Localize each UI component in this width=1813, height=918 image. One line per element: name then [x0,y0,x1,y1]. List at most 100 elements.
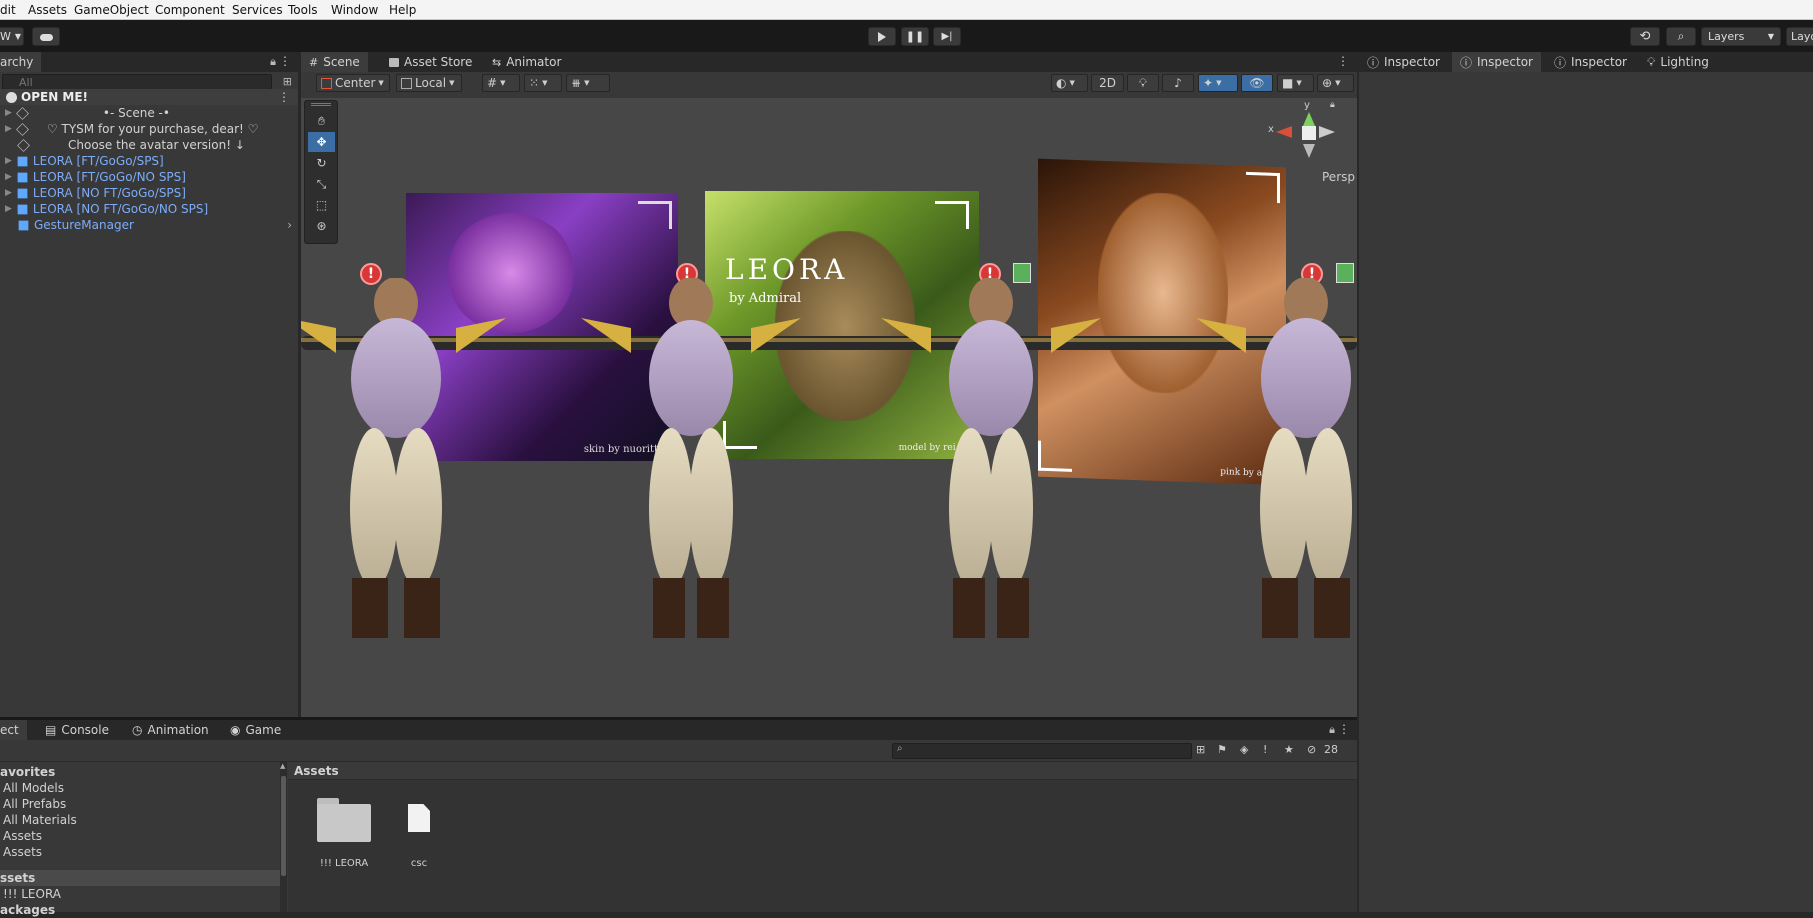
increment-snap-button[interactable]: ⧻ ▼ [566,74,610,92]
pause-button[interactable]: ❚❚ [901,27,929,46]
hierarchy-row[interactable]: ▶ LEORA [NO FT/GoGo/SPS] [0,185,298,201]
search-by-type-icon[interactable]: ⊞ [1196,743,1205,756]
menu-tools[interactable]: Tools [288,3,318,17]
layout-dropdown[interactable]: Layo [1786,27,1813,46]
more-menu-icon[interactable]: ⋮ [279,54,291,68]
move-tool-icon[interactable]: ✥ [308,132,335,152]
hierarchy-row[interactable]: Choose the avatar version! ↓ [0,137,298,153]
scroll-up-icon[interactable]: ▲ [280,762,285,770]
menu-help[interactable]: Help [389,3,416,17]
tab-scene[interactable]: # Scene [301,52,368,72]
asset-folder-item[interactable]: !!! LEORA [0,886,280,902]
scrollbar-thumb[interactable] [281,776,286,876]
hierarchy-row[interactable]: ▶ ♡ TYSM for your purchase, dear! ♡ [0,121,298,137]
more-menu-icon[interactable]: ⋮ [1338,722,1350,736]
hierarchy-row[interactable]: ▶ •- Scene -• [0,105,298,121]
menu-assets[interactable]: Assets [28,3,67,17]
hierarchy-row[interactable]: ▶ LEORA [NO FT/GoGo/NO SPS] [0,201,298,217]
expand-arrow-icon[interactable]: ▶ [5,108,12,118]
tab-project[interactable]: ect [0,720,27,740]
favorite-item[interactable]: All Prefabs [0,796,280,812]
scene-viewport[interactable]: skin by nuoritt LEORA by Admiral model b… [301,98,1357,717]
lock-icon[interactable]: 🔒︎ [270,55,276,69]
search-by-label-icon[interactable]: ⚑ [1217,743,1227,756]
lock-icon[interactable]: 🔒︎ [1329,723,1335,737]
warning-filter-icon[interactable]: ! [1263,743,1267,756]
packages-header[interactable]: ackages [0,902,280,918]
hierarchy-row[interactable]: GestureManager › [0,217,298,233]
grid-visibility-button[interactable]: ⁙ ▼ [524,74,562,92]
hand-tool-icon[interactable]: ✋︎ [308,111,335,131]
asset-item[interactable]: !!! LEORA [314,798,374,878]
tab-inspector[interactable]: ⓘ Inspector [1546,52,1635,72]
menu-edit[interactable]: dit [0,3,16,17]
undo-history-button[interactable]: ⟲ [1630,27,1660,46]
favorite-item[interactable]: Assets [0,828,280,844]
hierarchy-search-input[interactable] [2,74,272,90]
expand-arrow-icon[interactable]: ▶ [5,172,12,182]
expand-arrow-icon[interactable]: ▶ [5,124,12,134]
tab-console[interactable]: ▤ Console [37,720,117,740]
project-search-input[interactable] [892,743,1192,759]
favorite-star-icon[interactable]: ★ [1284,743,1294,756]
gizmo-lock-icon[interactable]: 🔒︎ [1330,100,1335,110]
expand-arrow-icon[interactable]: ▶ [5,156,12,166]
gizmo-neg-y-axis[interactable] [1303,144,1315,158]
favorites-header[interactable]: avorites [0,764,280,780]
gizmo-x-axis[interactable] [1276,126,1292,138]
search-button[interactable]: ⌕ [1666,27,1696,46]
camera-settings-dropdown[interactable]: ■ ▼ [1277,74,1314,92]
gizmos-dropdown[interactable]: ⊕ ▼ [1317,74,1354,92]
tab-hierarchy[interactable]: archy [0,52,42,72]
layers-dropdown[interactable]: Layers ▼ [1701,27,1781,46]
favorite-item[interactable]: All Models [0,780,280,796]
audio-toggle[interactable]: ♪ [1162,74,1194,92]
tree-scrollbar[interactable]: ▲ [280,762,287,912]
scene-root-row[interactable]: OPEN ME! ⋮ [0,89,298,105]
expand-arrow-icon[interactable]: ▶ [5,188,12,198]
chevron-right-icon[interactable]: › [287,218,292,232]
scale-tool-icon[interactable]: ⤡ [308,174,335,194]
rotate-tool-icon[interactable]: ↻ [308,153,335,173]
cloud-button[interactable] [32,27,60,46]
menu-gameobject[interactable]: GameObject [74,3,149,17]
tab-inspector[interactable]: ⓘ Inspector [1359,52,1448,72]
hierarchy-row[interactable]: ▶ LEORA [FT/GoGo/SPS] [0,153,298,169]
draw-mode-dropdown[interactable]: ◐ ▼ [1051,74,1088,92]
hidden-packages-icon[interactable]: ⊘ [1307,743,1316,756]
hierarchy-row[interactable]: ▶ LEORA [FT/GoGo/NO SPS] [0,169,298,185]
menu-component[interactable]: Component [155,3,225,17]
menu-window[interactable]: Window [331,3,378,17]
scene-visibility-toggle[interactable]: 👁︎ [1241,74,1273,92]
favorite-item[interactable]: All Materials [0,812,280,828]
gizmo-neg-x-axis[interactable] [1319,126,1335,138]
breadcrumb[interactable]: Assets [288,762,1357,780]
toggle-2d-button[interactable]: 2D [1091,74,1124,92]
tab-asset-store[interactable]: Asset Store [381,52,480,72]
tab-animation[interactable]: ◷ Animation [124,720,217,740]
effects-toggle[interactable]: ✦ ▼ [1198,74,1238,92]
add-object-icon[interactable]: ⊞ [283,75,292,88]
favorite-item[interactable]: Assets [0,844,280,860]
gizmo-center-cube[interactable] [1302,126,1316,140]
orientation-gizmo[interactable]: y x 🔒︎ Persp [1256,100,1355,190]
expand-arrow-icon[interactable]: ▶ [5,204,12,214]
rect-tool-icon[interactable]: ⬚ [308,195,335,215]
account-dropdown[interactable]: W ▼ [0,27,24,46]
tab-inspector[interactable]: ⓘ Inspector [1452,52,1541,72]
tab-lighting[interactable]: 💡︎ Lighting [1639,52,1717,72]
step-button[interactable]: ▶| [933,27,961,46]
pivot-dropdown[interactable]: Center ▼ [316,74,390,92]
log-filter-icon[interactable]: ◈ [1240,743,1248,756]
transform-tool-icon[interactable]: ⊛ [308,216,335,236]
lighting-toggle[interactable]: 💡︎ [1127,74,1159,92]
tab-game[interactable]: ◉ Game [222,720,289,740]
projection-label[interactable]: Persp [1322,170,1355,184]
gizmo-y-axis[interactable] [1303,112,1315,126]
grid-snapping-button[interactable]: # ▼ [482,74,520,92]
play-button[interactable] [868,27,896,46]
drag-handle[interactable] [311,103,331,106]
more-menu-icon[interactable]: ⋮ [1337,54,1349,68]
scene-more-icon[interactable]: ⋮ [278,90,290,104]
assets-header[interactable]: ssets [0,870,280,886]
